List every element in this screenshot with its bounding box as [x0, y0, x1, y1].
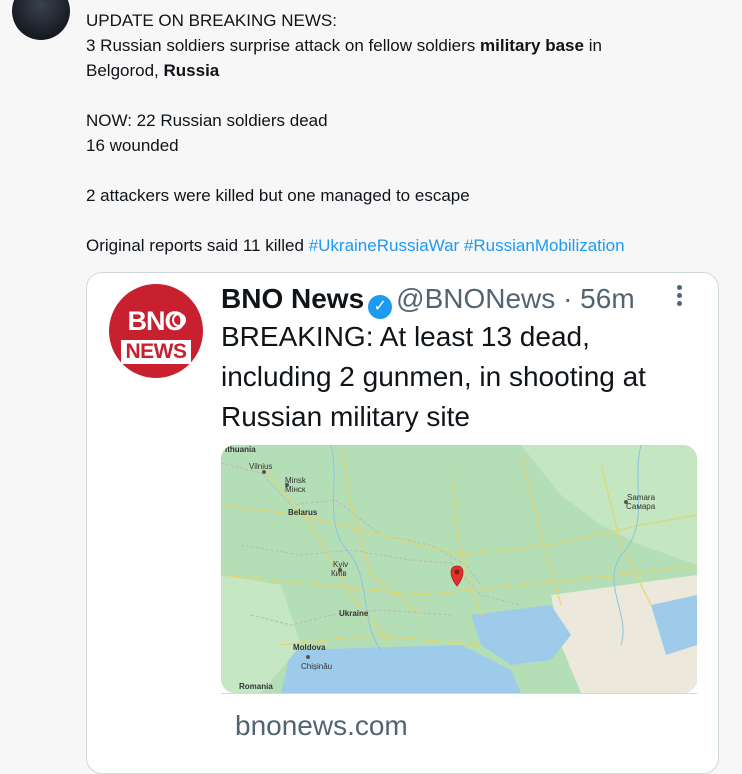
bno-news-logo[interactable]: BNO NEWS — [109, 284, 203, 378]
globe-icon — [172, 313, 186, 327]
link-domain[interactable]: bnonews.com — [235, 710, 408, 742]
tweet-line-6: 2 attackers were killed but one managed … — [86, 186, 470, 205]
user-avatar[interactable] — [12, 0, 70, 40]
logo-text-top: BNO — [127, 306, 186, 336]
tweet-line-5: 16 wounded — [86, 136, 179, 155]
map-label: Samara — [627, 493, 656, 502]
tweet-text-span: Belgorod, — [86, 61, 164, 80]
logo-text-bottom: NEWS — [121, 340, 191, 364]
tweet-text-span: in — [583, 36, 602, 55]
tweet-line-7: Original reports said 11 killed #Ukraine… — [86, 233, 726, 258]
embedded-tweet-card[interactable]: BNO NEWS BNO News ✓ @BNONews · 56m BREAKIN… — [86, 272, 719, 774]
map-label: Київ — [331, 569, 347, 578]
bold-text: Russia — [163, 61, 220, 80]
map-label: Minsk — [285, 476, 307, 485]
embedded-tweet-text: BREAKING: At least 13 dead, including 2 … — [221, 321, 646, 432]
tweet-line-2: 3 Russian soldiers surprise attack on fe… — [86, 33, 726, 58]
link-preview[interactable]: bnonews.com — [221, 693, 697, 773]
map-label: Romania — [239, 682, 273, 691]
map-label: Belarus — [288, 508, 318, 517]
map-label: ithuania — [225, 445, 256, 454]
embedded-author-name[interactable]: BNO News — [221, 283, 364, 314]
embedded-author-handle[interactable]: @BNONews — [396, 283, 555, 314]
map-label: Ukraine — [339, 609, 369, 618]
embedded-tweet-header: BNO News ✓ @BNONews · 56m — [221, 281, 635, 319]
tweet-line-3: Belgorod, Russia — [86, 58, 726, 83]
tweet-text-span: 3 Russian soldiers surprise attack on fe… — [86, 36, 481, 55]
hashtag-link[interactable]: #RussianMobilization — [464, 236, 625, 255]
map-label: Мінск — [285, 485, 306, 494]
map-label: Kyiv — [333, 560, 348, 569]
verified-badge-icon: ✓ — [368, 295, 393, 319]
map-label: Chișinău — [301, 662, 332, 671]
map-label: Moldova — [293, 643, 326, 652]
map-image[interactable]: ithuania Vilnius Minsk Мінск Belarus Kyi… — [221, 445, 697, 693]
tweet-text: UPDATE ON BREAKING NEWS: 3 Russian soldi… — [86, 8, 726, 258]
separator-dot: · — [563, 283, 573, 314]
tweet-line-4: NOW: 22 Russian soldiers dead — [86, 111, 328, 130]
embedded-timestamp[interactable]: 56m — [580, 283, 634, 314]
map-label: Vilnius — [249, 462, 272, 471]
tweet-line-1: UPDATE ON BREAKING NEWS: — [86, 11, 337, 30]
bold-text: military base — [480, 36, 584, 55]
hashtag-link[interactable]: #UkraineRussiaWar — [309, 236, 460, 255]
tweet-text-span: Original reports said 11 killed — [86, 236, 309, 255]
more-options-icon[interactable] — [677, 285, 685, 311]
map-label: Самара — [626, 502, 656, 511]
